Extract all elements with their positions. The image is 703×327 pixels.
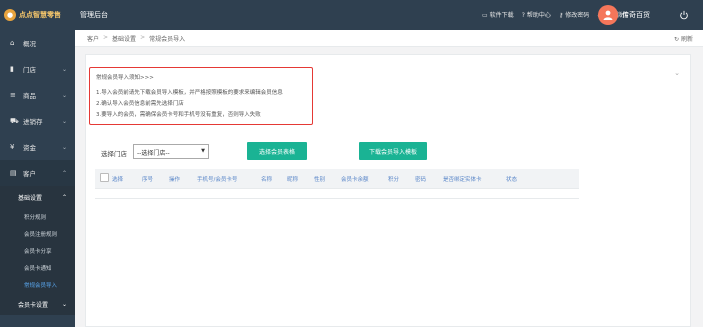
column-header: 状态 [506, 177, 518, 183]
table-header: 选择 序号 操作 手机号/会员卡号 名称 昵称 性别 会员卡余额 积分 密码 是… [95, 169, 579, 189]
column-header: 密码 [415, 177, 427, 183]
submenu-item-card-share[interactable]: 会员卡分享 [0, 242, 75, 259]
chevron-down-icon: ⌄ [674, 69, 680, 77]
column-header: 性别 [314, 177, 326, 183]
notice-line: 2.确认导入会员信息前需先选择门店 [96, 101, 184, 107]
list-icon: ≡ [10, 91, 16, 99]
customer-submenu: 基础设置 ⌃ 积分规则 会员注册规则 会员卡分享 会员卡通知 常规会员导入 会员… [0, 186, 75, 315]
breadcrumb-item-customer[interactable]: 客户 [87, 34, 99, 43]
logo-text: 点点智慧零售 [19, 11, 61, 19]
truck-icon: ⛟ [10, 116, 19, 125]
breadcrumb-item-basic-settings[interactable]: 基础设置 [112, 34, 136, 43]
column-header: 选择 [112, 177, 124, 183]
sidebar-item-inventory[interactable]: ⛟ 进销存 ⌄ [0, 108, 75, 134]
help-icon: ? [521, 12, 525, 19]
submenu-item-points-rule[interactable]: 积分规则 [0, 208, 75, 225]
column-header: 序号 [142, 177, 154, 183]
choose-member-sheet-button[interactable]: 选择会员表格 [247, 142, 307, 160]
chevron-up-icon: ⌃ [61, 193, 67, 201]
select-all-checkbox[interactable] [100, 173, 109, 182]
id-card-icon: ▤ [10, 169, 17, 177]
chevron-down-icon: ⌄ [61, 91, 67, 99]
submenu-item-card-notify[interactable]: 会员卡通知 [0, 259, 75, 276]
submenu-basic-settings[interactable]: 基础设置 ⌃ [0, 186, 75, 208]
yen-icon: ¥ [10, 143, 15, 151]
column-header: 昵称 [287, 177, 299, 183]
chevron-down-icon: ⌄ [61, 117, 67, 125]
breadcrumb-item-member-import: 常规会员导入 [149, 36, 186, 43]
change-password-link[interactable]: ⚷ 修改密码 [559, 10, 589, 19]
store-select[interactable]: --选择门店-- ▼ [133, 144, 209, 159]
sidebar-item-goods[interactable]: ≡ 商品 ⌄ [0, 82, 75, 108]
sidebar-item-overview[interactable]: ⌂ 概况 [0, 30, 75, 56]
user-icon [603, 10, 613, 20]
notice-title: 常规会员导入须知>>> [96, 75, 154, 81]
power-icon [680, 10, 688, 20]
dropdown-arrow-icon: ▼ [201, 148, 205, 154]
logo-icon: ● [4, 9, 16, 21]
import-notice: 常规会员导入须知>>> 1.导入会员前请先下载会员导入模板，并严格按照模板的要求… [89, 67, 313, 125]
app-title: 管理后台 [80, 11, 108, 19]
top-bar: ● 点点智慧零售 管理后台 ▭软件下载 ?帮助中心 ⚷修改密码 ◍绑定微信 传奇… [0, 0, 703, 30]
chevron-up-icon: ⌃ [61, 169, 67, 177]
chevron-down-icon: ⌄ [61, 65, 67, 73]
sidebar-item-customer[interactable]: ▤ 客户 ⌃ [0, 160, 75, 186]
notice-line: 1.导入会员前请先下载会员导入模板，并严格按照模板的要求来编辑会员信息 [96, 90, 283, 96]
store-label: 选择门店 [101, 150, 127, 158]
submenu-card-settings[interactable]: 会员卡设置 ⌄ [0, 293, 75, 315]
chevron-down-icon: ⌄ [61, 300, 67, 308]
column-header: 积分 [388, 177, 400, 183]
table-body [95, 189, 579, 199]
column-header: 是否绑定实体卡 [443, 177, 482, 183]
download-template-button[interactable]: 下载会员导入模板 [359, 142, 427, 160]
column-header: 会员卡余额 [341, 177, 369, 183]
software-download-link[interactable]: ▭ 软件下载 [482, 10, 514, 19]
breadcrumb-bar: 客户 > 基础设置 > 常规会员导入 ↻ 刷新 [75, 30, 703, 47]
column-header: 名称 [261, 177, 273, 183]
logout-button[interactable] [676, 7, 692, 23]
help-center-link[interactable]: ? 帮助中心 [522, 10, 551, 19]
main-panel: 常规会员导入须知>>> 1.导入会员前请先下载会员导入模板，并严格按照模板的要求… [85, 54, 691, 327]
store-icon: ▮ [10, 65, 14, 73]
sidebar-item-store[interactable]: ▮ 门店 ⌄ [0, 56, 75, 82]
collapse-button[interactable]: ⌄ [674, 69, 680, 77]
sidebar-item-funds[interactable]: ¥ 资金 ⌄ [0, 134, 75, 160]
avatar[interactable] [598, 5, 618, 25]
key-icon: ⚷ [558, 12, 564, 19]
refresh-icon: ↻ [674, 36, 680, 43]
refresh-button[interactable]: ↻ 刷新 [674, 34, 693, 43]
notice-line: 3.要导入的会员，需确保会员卡号和手机号没有重复，否则导入失败 [96, 112, 261, 118]
breadcrumb: 客户 > 基础设置 > 常规会员导入 [87, 34, 185, 43]
username[interactable]: 传奇百货 [622, 10, 650, 20]
breadcrumb-separator: > [140, 34, 146, 41]
home-icon: ⌂ [10, 39, 15, 47]
submenu-item-member-register-rule[interactable]: 会员注册规则 [0, 225, 75, 242]
breadcrumb-separator: > [103, 34, 109, 41]
chevron-down-icon: ⌄ [61, 143, 67, 151]
column-header: 手机号/会员卡号 [197, 177, 238, 183]
sidebar: ⌂ 概况 ▮ 门店 ⌄ ≡ 商品 ⌄ ⛟ 进销存 ⌄ ¥ 资金 ⌄ ▤ 客户 ⌃… [0, 30, 75, 327]
logo: ● 点点智慧零售 [4, 6, 74, 24]
monitor-icon: ▭ [482, 12, 488, 19]
submenu-item-member-import[interactable]: 常规会员导入 [0, 276, 75, 293]
column-header: 操作 [169, 177, 181, 183]
